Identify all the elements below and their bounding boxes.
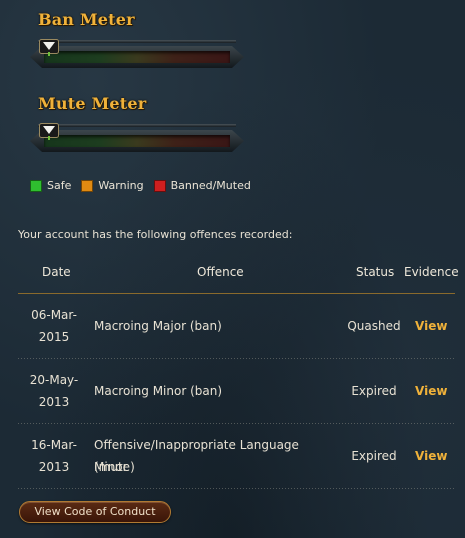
mute-meter-pointer-icon bbox=[39, 123, 59, 140]
ban-meter bbox=[30, 36, 244, 72]
row-date-line1: 20-May- bbox=[29, 373, 79, 387]
banned-swatch bbox=[153, 179, 166, 192]
legend-banned-label: Banned/Muted bbox=[170, 179, 251, 192]
row-evidence-view-link[interactable]: View bbox=[415, 315, 447, 337]
mute-meter-bar bbox=[44, 135, 230, 147]
view-code-of-conduct-button[interactable]: View Code of Conduct bbox=[19, 501, 171, 523]
row-status: Expired bbox=[351, 384, 397, 398]
warning-swatch bbox=[81, 179, 94, 192]
ban-meter-pointer-icon bbox=[39, 39, 59, 56]
row-evidence-view-link[interactable]: View bbox=[415, 380, 447, 402]
meter-frame bbox=[38, 40, 236, 43]
column-header-status: Status bbox=[356, 265, 395, 279]
meter-legend: Safe Warning Banned/Muted bbox=[30, 179, 261, 192]
row-offence: Macroing Minor (ban) bbox=[94, 384, 223, 398]
legend-warning: Warning bbox=[81, 179, 144, 192]
ban-meter-bar bbox=[44, 51, 230, 63]
mute-meter-title: Mute Meter bbox=[38, 94, 147, 113]
column-header-evidence: Evidence bbox=[404, 265, 459, 279]
legend-warning-label: Warning bbox=[98, 179, 144, 192]
row-offence-line2: (mute) bbox=[94, 460, 135, 474]
row-evidence-view-link[interactable]: View bbox=[415, 445, 447, 467]
offences-intro-text: Your account has the following offences … bbox=[18, 228, 293, 241]
row-offence: Macroing Major (ban) bbox=[94, 319, 222, 333]
row-status: Quashed bbox=[347, 319, 401, 333]
row-date-line2: 2013 bbox=[38, 395, 70, 409]
row-date-line2: 2013 bbox=[38, 460, 70, 474]
meter-frame bbox=[38, 124, 236, 127]
legend-banned-muted: Banned/Muted bbox=[153, 179, 251, 192]
legend-safe-label: Safe bbox=[47, 179, 72, 192]
safe-swatch bbox=[30, 179, 42, 192]
row-date-line1: 06-Mar- bbox=[31, 308, 77, 322]
ban-meter-title: Ban Meter bbox=[38, 10, 135, 29]
row-date-line2: 2015 bbox=[38, 330, 70, 344]
mute-meter bbox=[30, 120, 244, 156]
column-header-offence: Offence bbox=[197, 265, 244, 279]
row-divider bbox=[18, 358, 455, 359]
row-date-line1: 16-Mar- bbox=[31, 438, 77, 452]
row-divider bbox=[18, 423, 455, 424]
column-header-date: Date bbox=[42, 265, 71, 279]
header-divider bbox=[18, 293, 455, 294]
legend-safe: Safe bbox=[30, 179, 71, 192]
row-divider bbox=[18, 488, 455, 489]
row-status: Expired bbox=[351, 449, 397, 463]
